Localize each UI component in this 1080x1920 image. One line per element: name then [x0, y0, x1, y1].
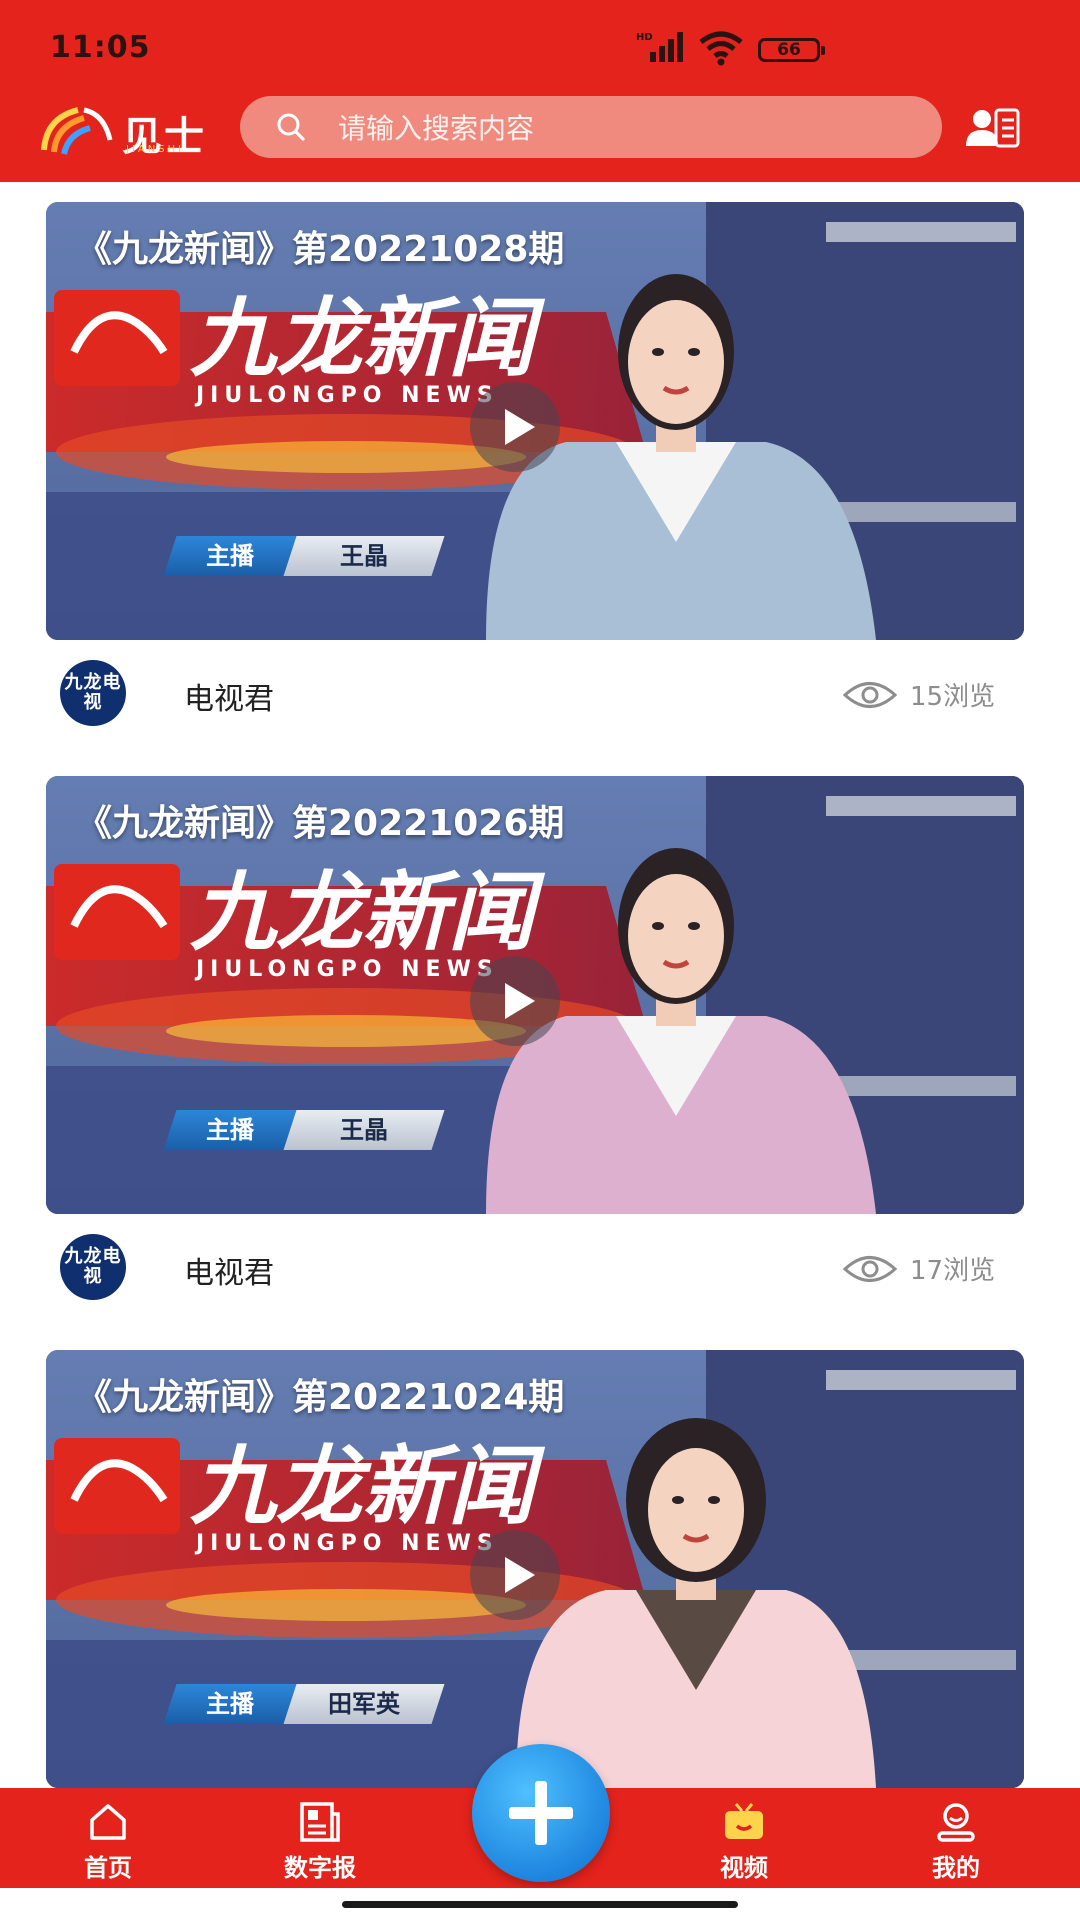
video-thumbnail[interactable]: 九龙新闻 JIULONGPO NEWS 《九龙新闻》第20221024期 主播 … — [46, 1350, 1024, 1788]
view-count: 15浏览 — [910, 682, 996, 712]
svg-text:JIULONGPO NEWS: JIULONGPO NEWS — [194, 1531, 499, 1556]
anchor-lower-third: 主播 田军英 — [163, 1684, 445, 1724]
svg-text:JIULONGPO NEWS: JIULONGPO NEWS — [194, 957, 499, 982]
video-title: 《九龙新闻》第20221024期 — [76, 1377, 565, 1418]
gesture-bar — [0, 1888, 1080, 1920]
video-title: 《九龙新闻》第20221026期 — [76, 803, 565, 844]
user-card-icon[interactable] — [964, 106, 1020, 150]
anchor-lower-third: 主播 王晶 — [163, 1110, 445, 1150]
svg-text:JIULONGPO NEWS: JIULONGPO NEWS — [194, 383, 499, 408]
play-icon[interactable] — [470, 382, 560, 472]
app-header: 11:05 HD 66 见士 JIANSHI — [0, 0, 1080, 182]
svg-text:九龙新闻: 九龙新闻 — [190, 289, 546, 389]
author-avatar[interactable]: 九龙电视 — [60, 1234, 126, 1300]
status-bar: 11:05 HD 66 — [0, 0, 1080, 96]
tv-icon — [725, 1803, 763, 1839]
anchor-label: 主播 — [206, 1116, 254, 1144]
logo-subtext: JIANSHI — [126, 144, 185, 155]
anchor-name: 王晶 — [340, 1116, 388, 1144]
tab-home[interactable]: 首页 — [38, 1788, 178, 1888]
svg-text:HD: HD — [636, 32, 653, 43]
video-title: 《九龙新闻》第20221028期 — [76, 229, 565, 270]
video-meta: 九龙电视 电视君 17浏览 — [46, 1214, 1024, 1324]
play-icon[interactable] — [470, 956, 560, 1046]
app-logo[interactable]: 见士 JIANSHI — [40, 100, 220, 160]
play-icon[interactable] — [470, 1530, 560, 1620]
eye-icon — [842, 1256, 898, 1282]
search-input[interactable] — [336, 104, 900, 152]
tab-digital-paper[interactable]: 数字报 — [250, 1788, 390, 1888]
author-avatar[interactable]: 九龙电视 — [60, 660, 126, 726]
svg-text:九龙新闻: 九龙新闻 — [190, 1437, 546, 1537]
cellular-signal-icon: HD — [636, 32, 683, 62]
tab-digital-paper-label: 数字报 — [284, 1854, 356, 1882]
search-bar[interactable] — [240, 96, 942, 158]
logo-mark-icon — [41, 107, 113, 155]
video-meta: 九龙电视 电视君 15浏览 — [46, 640, 1024, 750]
home-indicator — [342, 1901, 738, 1908]
tab-video-label: 视频 — [720, 1854, 768, 1882]
anchor-name: 王晶 — [340, 542, 388, 570]
tab-video[interactable]: 视频 — [674, 1788, 814, 1888]
svg-text:九龙新闻: 九龙新闻 — [190, 863, 546, 963]
wifi-icon — [699, 31, 743, 66]
publish-plus-button[interactable] — [472, 1744, 610, 1882]
anchor-lower-third: 主播 王晶 — [163, 536, 445, 576]
tab-mine-label: 我的 — [932, 1854, 980, 1882]
author-name[interactable]: 电视君 — [184, 1248, 274, 1292]
anchor-label: 主播 — [206, 542, 254, 570]
newspaper-icon — [300, 1802, 340, 1842]
tab-home-label: 首页 — [84, 1854, 132, 1882]
video-thumbnail[interactable]: 九龙新闻 JIULONGPO NEWS 《九龙新闻》第20221028期 主播 … — [46, 202, 1024, 640]
anchor-label: 主播 — [206, 1690, 254, 1718]
tab-mine[interactable]: 我的 — [886, 1788, 1026, 1888]
video-thumbnail[interactable]: 九龙新闻 JIULONGPO NEWS 《九龙新闻》第20221026期 主播 … — [46, 776, 1024, 1214]
author-name[interactable]: 电视君 — [184, 674, 274, 718]
view-count: 17浏览 — [910, 1256, 996, 1286]
search-icon — [277, 113, 305, 141]
anchor-name: 田军英 — [328, 1690, 400, 1718]
user-icon — [937, 1803, 975, 1842]
home-icon — [90, 1804, 126, 1840]
battery-icon: 66 — [758, 38, 825, 62]
eye-icon — [842, 682, 898, 708]
status-time: 11:05 — [50, 30, 151, 65]
